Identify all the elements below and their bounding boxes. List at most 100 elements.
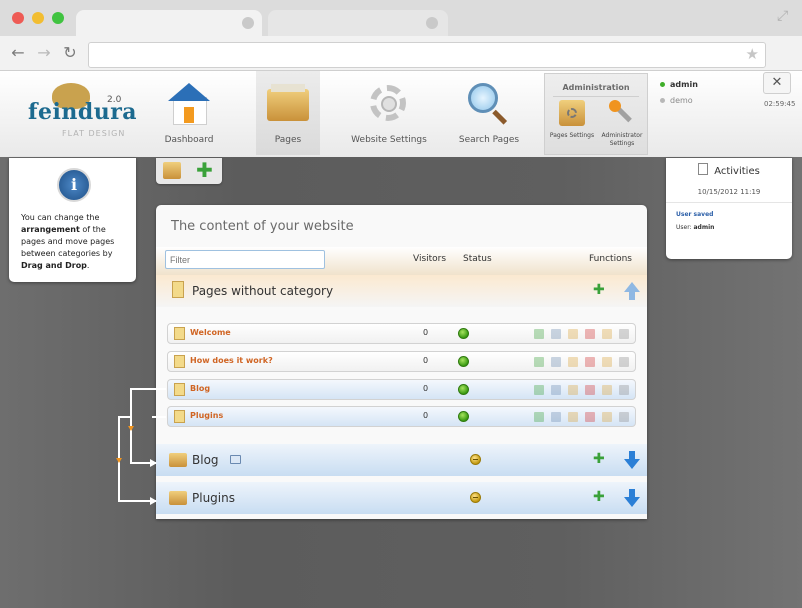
reload-icon[interactable]: ↻ <box>60 43 80 63</box>
header-status: Status <box>463 254 492 264</box>
page-row-how-does-it-work[interactable]: How does it work? 0 <box>167 351 636 372</box>
page-icon <box>174 327 185 340</box>
browser-tab-inactive[interactable] <box>268 10 448 36</box>
status-active-icon[interactable] <box>458 328 469 339</box>
category-row-plugins[interactable]: Plugins ✚ <box>156 482 647 514</box>
content-panel: The content of your website Visitors Sta… <box>156 205 647 519</box>
page-row-welcome[interactable]: Welcome 0 <box>167 323 636 344</box>
header-functions: Functions <box>589 254 632 264</box>
tab-bar: ⤢ <box>0 0 802 36</box>
list-icon[interactable] <box>619 357 629 367</box>
activities-title[interactable]: Activities <box>666 160 792 184</box>
nav-label: Search Pages <box>458 135 520 145</box>
list-icon[interactable] <box>619 412 629 422</box>
page-name[interactable]: Plugins <box>190 411 223 420</box>
delete-icon[interactable] <box>585 385 595 395</box>
logout-button[interactable]: ✕ <box>763 72 791 94</box>
preview-icon[interactable] <box>551 329 561 339</box>
nav-search-pages[interactable]: Search Pages <box>452 71 526 155</box>
pages-settings-button[interactable]: Pages Settings <box>547 100 597 140</box>
language-flags[interactable] <box>676 148 780 163</box>
page-icon <box>174 355 185 368</box>
category-row-blog[interactable]: Blog ✚ <box>156 444 647 476</box>
activity-date: 10/15/2012 11:19 <box>697 188 761 196</box>
minimize-window-button[interactable] <box>32 12 44 24</box>
nav-pages[interactable]: Pages <box>256 71 320 155</box>
activities-panel: Activities 10/15/2012 11:19 User saved U… <box>666 158 792 259</box>
tab-close-icon[interactable] <box>426 17 438 29</box>
edit-icon[interactable] <box>568 357 578 367</box>
magnifier-icon <box>466 81 512 127</box>
delete-icon[interactable] <box>585 357 595 367</box>
add-icon[interactable] <box>534 412 544 422</box>
nav-label: Pages <box>274 135 302 145</box>
page-visitors: 0 <box>423 328 429 337</box>
filter-input[interactable] <box>165 250 325 269</box>
info-icon: i <box>57 168 91 202</box>
settings-icon[interactable] <box>602 357 612 367</box>
list-icon[interactable] <box>619 385 629 395</box>
clock: 02:59:45 <box>764 100 796 108</box>
page-name[interactable]: How does it work? <box>190 356 273 365</box>
settings-icon[interactable] <box>602 412 612 422</box>
settings-icon[interactable] <box>602 385 612 395</box>
page-visitors: 0 <box>423 356 429 365</box>
status-partial-icon[interactable] <box>470 454 481 465</box>
box-icon[interactable] <box>163 162 181 179</box>
administration-panel: Administration Pages Settings Administra… <box>544 73 648 155</box>
delete-icon[interactable] <box>585 412 595 422</box>
category-name: Pages without category <box>192 284 334 298</box>
edit-icon[interactable] <box>568 329 578 339</box>
user-item-admin[interactable]: admin <box>660 80 698 89</box>
content-title: The content of your website <box>171 219 354 234</box>
page-name[interactable]: Welcome <box>190 328 231 337</box>
back-icon[interactable]: ← <box>8 43 28 63</box>
blog-window-icon[interactable] <box>230 455 241 464</box>
administrator-settings-button[interactable]: Administrator Settings <box>597 100 647 148</box>
page-row-blog[interactable]: Blog 0 <box>167 379 636 400</box>
pages-settings-icon <box>559 100 585 126</box>
user-item-demo[interactable]: demo <box>660 96 693 105</box>
page-visitors: 0 <box>423 384 429 393</box>
delete-icon[interactable] <box>585 329 595 339</box>
add-page-button[interactable]: ✚ <box>195 160 214 180</box>
settings-icon[interactable] <box>602 329 612 339</box>
preview-icon[interactable] <box>551 357 561 367</box>
status-partial-icon[interactable] <box>470 492 481 503</box>
page-icon <box>174 410 185 423</box>
nav-dashboard[interactable]: Dashboard <box>155 71 223 155</box>
nav-label: Website Settings <box>351 135 427 145</box>
page-row-plugins[interactable]: Plugins 0 <box>167 406 636 427</box>
status-active-icon[interactable] <box>458 356 469 367</box>
page-toolbar: ✚ <box>156 158 222 184</box>
preview-icon[interactable] <box>551 412 561 422</box>
add-icon[interactable] <box>534 357 544 367</box>
list-icon[interactable] <box>619 329 629 339</box>
fullscreen-icon[interactable]: ⤢ <box>777 8 788 24</box>
address-bar[interactable]: ★ <box>88 42 766 68</box>
browser-tab-active[interactable] <box>76 10 262 36</box>
house-icon <box>166 81 212 127</box>
add-icon[interactable] <box>534 385 544 395</box>
status-active-icon[interactable] <box>458 384 469 395</box>
category-row-none[interactable]: Pages without category ✚ <box>156 275 647 307</box>
nav-website-settings[interactable]: Website Settings <box>346 71 432 155</box>
page-name[interactable]: Blog <box>190 384 210 393</box>
activity-message: User saved <box>676 211 714 218</box>
clipboard-icon <box>698 163 709 175</box>
browser-chrome: ⤢ ← → ↻ ★ <box>0 0 802 95</box>
tab-close-icon[interactable] <box>242 17 254 29</box>
edit-icon[interactable] <box>568 385 578 395</box>
forward-icon[interactable]: → <box>34 43 54 63</box>
add-page-icon[interactable]: ✚ <box>593 282 605 298</box>
add-icon[interactable] <box>534 329 544 339</box>
add-page-icon[interactable]: ✚ <box>593 451 605 467</box>
status-active-icon[interactable] <box>458 411 469 422</box>
add-page-icon[interactable]: ✚ <box>593 489 605 505</box>
gear-icon <box>366 81 412 127</box>
bookmark-star-icon[interactable]: ★ <box>746 45 759 63</box>
maximize-window-button[interactable] <box>52 12 64 24</box>
close-window-button[interactable] <box>12 12 24 24</box>
edit-icon[interactable] <box>568 412 578 422</box>
preview-icon[interactable] <box>551 385 561 395</box>
